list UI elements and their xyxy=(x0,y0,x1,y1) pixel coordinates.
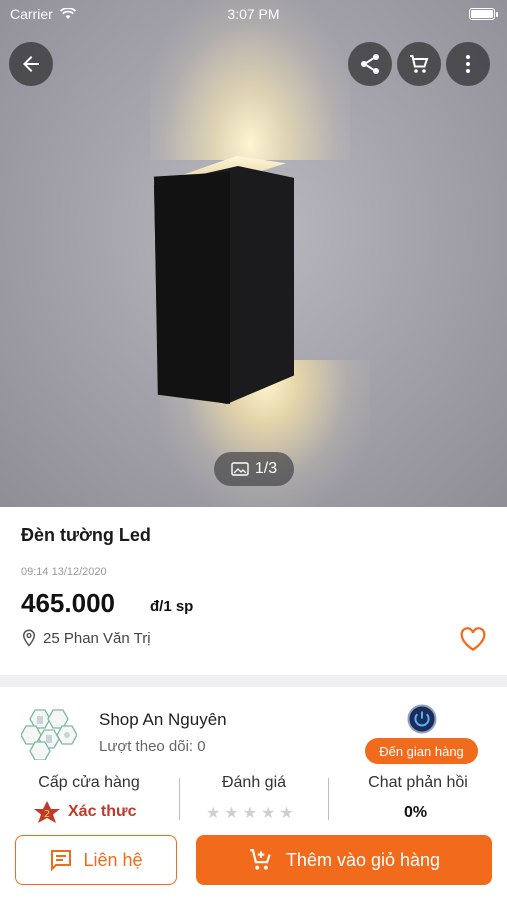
favorite-heart-icon[interactable] xyxy=(458,624,488,654)
image-counter-label: 1/3 xyxy=(254,460,278,477)
visit-shop-button[interactable]: Đến gian hàng xyxy=(365,738,478,764)
battery-icon xyxy=(469,8,495,20)
cart-icon xyxy=(410,55,429,73)
product-price: 465.000 xyxy=(21,588,115,618)
more-options-button[interactable] xyxy=(446,42,490,86)
tier-value: Xác thưc xyxy=(68,803,137,820)
tier-badge-number: 2 xyxy=(44,809,50,820)
light-glow-top xyxy=(150,0,350,160)
tier-star-badge-icon: 2 xyxy=(34,801,60,823)
response-rate: 0% xyxy=(404,804,428,821)
clock: 3:07 PM xyxy=(227,6,280,22)
battery-tip xyxy=(496,12,498,17)
price-unit: đ/1 sp xyxy=(150,598,194,615)
section-divider xyxy=(0,675,507,687)
image-icon xyxy=(231,462,249,476)
chat-icon xyxy=(51,850,72,872)
shop-logo[interactable] xyxy=(21,708,77,760)
contact-button[interactable]: Liên hệ xyxy=(15,835,177,885)
cart-plus-icon xyxy=(250,849,271,870)
star-icon: ★ xyxy=(261,805,276,822)
product-title: Đèn tường Led xyxy=(21,525,151,545)
location-label: 25 Phan Văn Trị xyxy=(43,629,151,647)
share-button[interactable] xyxy=(348,42,392,86)
rating-stars: ★ ★ ★ ★ ★ xyxy=(206,806,294,822)
location-pin-icon xyxy=(22,629,36,647)
add-to-cart-label: Thêm vào giỏ hàng xyxy=(285,849,441,870)
tier-label: Cấp cửa hàng xyxy=(38,774,140,791)
add-to-cart-button[interactable]: Thêm vào giỏ hàng xyxy=(196,835,492,885)
contact-label: Liên hệ xyxy=(83,849,143,870)
product-location: 25 Phan Văn Trị xyxy=(21,629,151,647)
shop-name[interactable]: Shop An Nguyên xyxy=(99,710,227,730)
response-label: Chat phản hồi xyxy=(368,774,468,791)
star-icon: ★ xyxy=(224,805,239,822)
back-button[interactable] xyxy=(9,42,53,86)
lamp-front-face xyxy=(154,172,230,404)
arrow-left-icon xyxy=(23,56,39,72)
star-icon: ★ xyxy=(242,805,258,822)
shop-tier: 2 Xác thưc xyxy=(32,800,137,824)
share-icon xyxy=(361,54,379,74)
more-vertical-icon xyxy=(466,55,470,73)
stat-divider xyxy=(328,778,329,820)
posted-timestamp: 09:14 13/12/2020 xyxy=(21,566,107,578)
power-icon xyxy=(407,704,437,734)
follower-count: Lượt theo dõi: 0 xyxy=(99,738,206,755)
star-icon: ★ xyxy=(206,805,221,822)
rating-label: Đánh giá xyxy=(221,774,287,791)
stat-divider xyxy=(179,778,180,820)
cart-button[interactable] xyxy=(397,42,441,86)
image-counter: 1/3 xyxy=(214,452,294,486)
star-icon: ★ xyxy=(279,805,294,822)
status-bar: Carrier 3:07 PM xyxy=(0,4,507,24)
bottom-action-bar: Liên hệ Thêm vào giỏ hàng xyxy=(0,826,507,900)
